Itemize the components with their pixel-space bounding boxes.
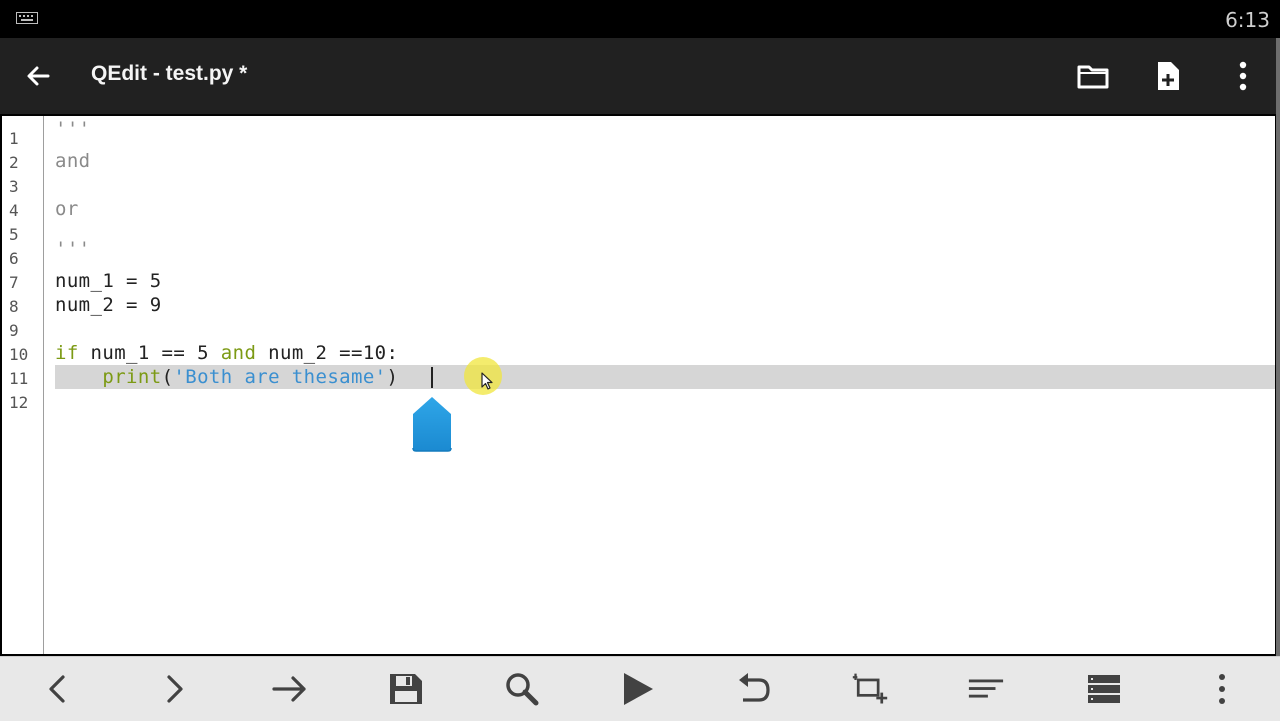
- paren-open: (: [161, 366, 174, 388]
- keyword-and: and: [220, 342, 257, 364]
- more-icon[interactable]: [1203, 671, 1241, 707]
- add-tab-icon[interactable]: [851, 671, 889, 707]
- bottom-toolbar: [0, 656, 1280, 721]
- arrow-back-icon[interactable]: [22, 60, 54, 92]
- line-number: 5: [9, 225, 19, 244]
- code-line-6: ''': [55, 238, 91, 260]
- chevron-left-icon[interactable]: [39, 671, 77, 707]
- code-line-1: ''': [55, 118, 91, 140]
- mouse-pointer-icon: [481, 372, 493, 390]
- clock: 6:13: [1225, 8, 1270, 32]
- chevron-right-icon[interactable]: [155, 671, 193, 707]
- keyword-if: if: [55, 342, 79, 364]
- line-number: 10: [9, 345, 29, 364]
- line-number: 3: [9, 177, 19, 196]
- app-bar: QEdit - test.py *: [0, 38, 1280, 114]
- code-text: num_2 ==10:: [256, 342, 399, 364]
- code-line-4: or: [55, 198, 79, 220]
- line-number: 11: [9, 369, 29, 388]
- status-bar: 6:13: [0, 0, 1280, 38]
- search-icon[interactable]: [503, 671, 541, 707]
- code-line-2: and: [55, 150, 91, 172]
- keyboard-icon: [16, 12, 38, 24]
- scrollbar-edge: [1276, 38, 1280, 720]
- line-number: 8: [9, 297, 19, 316]
- overflow-menu-icon[interactable]: [1225, 58, 1261, 94]
- code-line-8: num_2 = 9: [55, 294, 162, 316]
- code-line-10: if num_1 == 5 and num_2 ==10:: [55, 342, 398, 364]
- line-number: 1: [9, 129, 19, 148]
- undo-icon[interactable]: [735, 671, 773, 707]
- line-number: 7: [9, 273, 19, 292]
- line-number: 9: [9, 321, 19, 340]
- line-number: 2: [9, 153, 19, 172]
- run-icon[interactable]: [619, 671, 657, 707]
- code-line-7: num_1 = 5: [55, 270, 162, 292]
- code-line-11: print('Both are thesame'): [55, 366, 398, 388]
- save-icon[interactable]: [387, 671, 425, 707]
- paren-close: ): [386, 366, 399, 388]
- new-file-icon[interactable]: [1150, 58, 1186, 94]
- line-number: 4: [9, 201, 19, 220]
- builtin-print: print: [102, 366, 162, 388]
- list-icon[interactable]: [1085, 671, 1123, 707]
- cursor-handle-icon[interactable]: [411, 396, 453, 452]
- format-icon[interactable]: [967, 671, 1005, 707]
- line-number: 6: [9, 249, 19, 268]
- gutter-divider: [43, 116, 44, 654]
- app-title: QEdit - test.py *: [91, 62, 248, 85]
- code-editor[interactable]: 1 2 3 4 5 6 7 8 9 10 11 12 ''' and or ''…: [2, 116, 1275, 654]
- arrow-right-icon[interactable]: [271, 671, 309, 707]
- string-literal: 'Both are thesame': [173, 366, 387, 388]
- folder-icon[interactable]: [1075, 58, 1111, 94]
- text-caret: [431, 367, 433, 388]
- line-number: 12: [9, 393, 29, 412]
- code-text: num_1 == 5: [78, 342, 221, 364]
